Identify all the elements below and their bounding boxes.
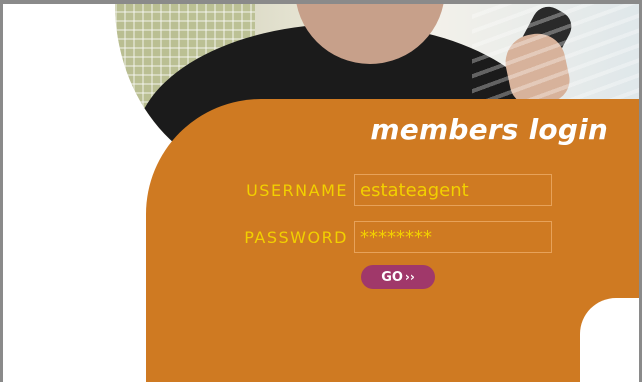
go-button[interactable]: GO ››	[361, 265, 435, 289]
go-button-label: GO	[381, 270, 403, 285]
double-chevron-right-icon: ››	[404, 270, 415, 284]
login-panel: members login USERNAME PASSWORD GO››	[146, 99, 639, 382]
username-row: USERNAME	[146, 174, 552, 206]
password-row: PASSWORD	[146, 221, 552, 253]
username-label: USERNAME	[246, 180, 348, 200]
username-input[interactable]	[354, 174, 552, 206]
panel-corner-cutout	[580, 298, 639, 382]
login-title: members login	[370, 113, 608, 146]
password-input[interactable]	[354, 221, 552, 253]
page-frame: members login USERNAME PASSWORD GO››	[0, 0, 642, 382]
password-label: PASSWORD	[244, 227, 348, 247]
